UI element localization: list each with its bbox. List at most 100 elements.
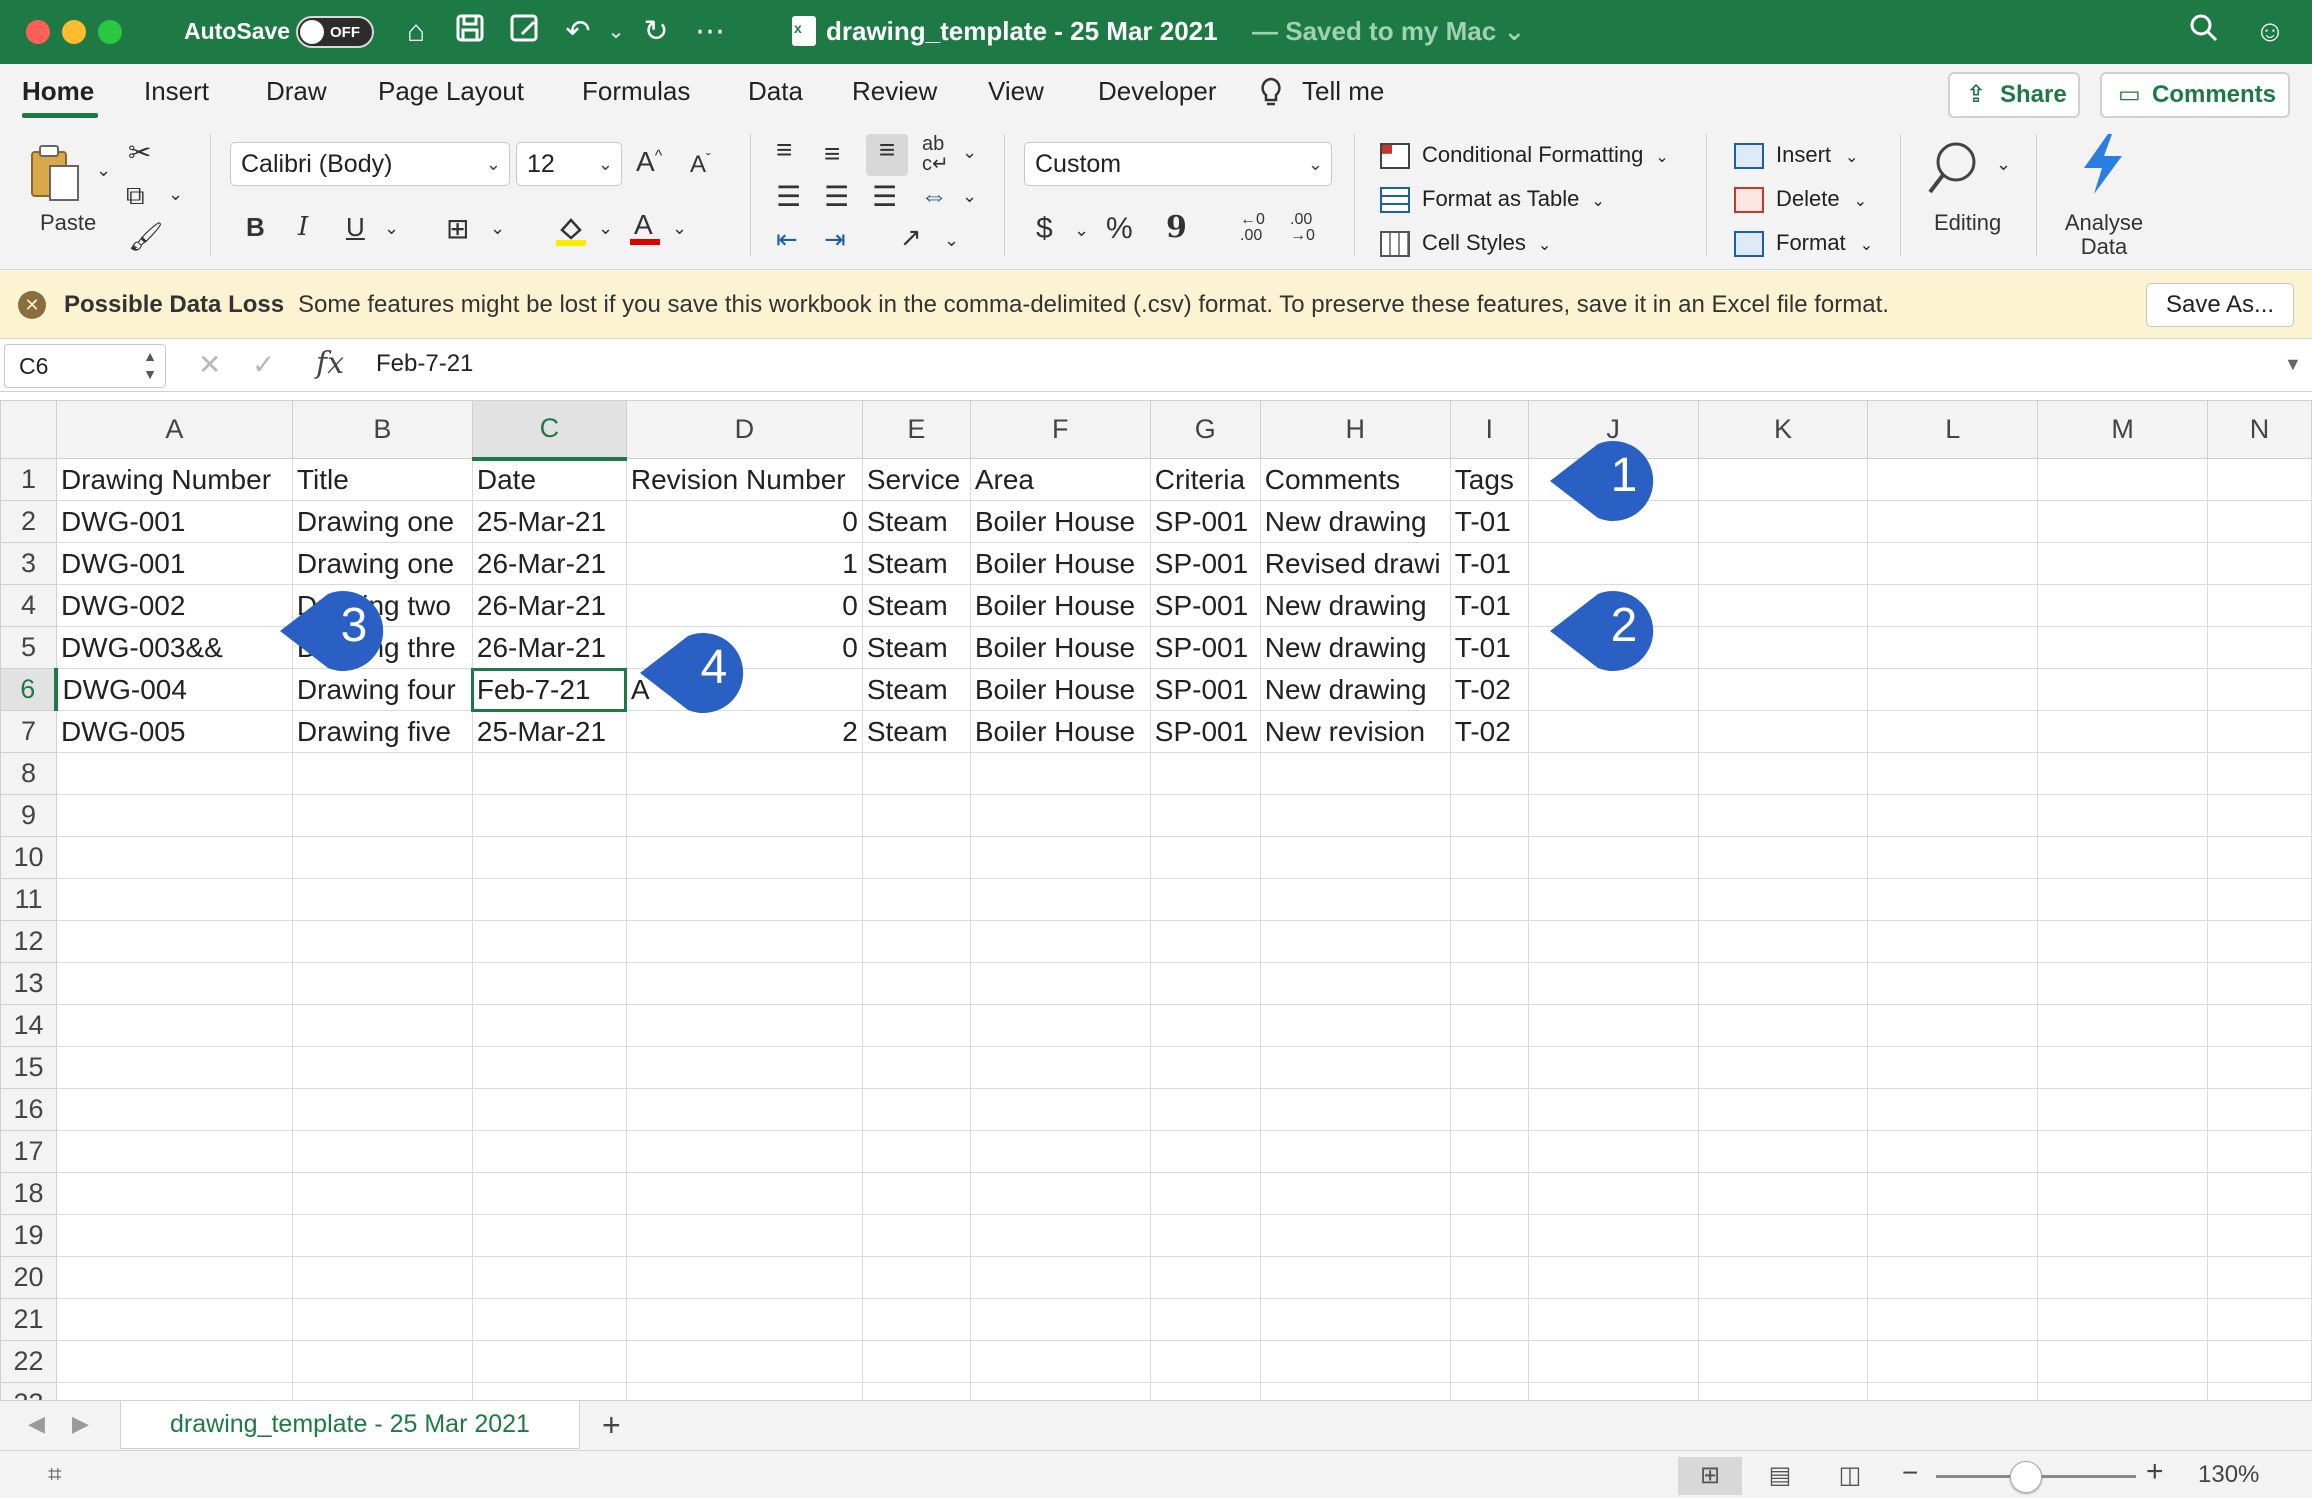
borders-icon[interactable]: ⊞	[446, 212, 469, 245]
column-header-k[interactable]: K	[1697, 400, 1869, 459]
undo-icon[interactable]: ↶	[558, 12, 598, 52]
bold-button[interactable]: B	[246, 212, 265, 243]
row-header[interactable]: 16	[0, 1088, 57, 1131]
number-format-dropdown[interactable]: Custom ⌄	[1024, 142, 1332, 186]
confirm-entry-icon[interactable]: ✓	[252, 348, 275, 381]
cell-h4[interactable]: New drawing	[1259, 584, 1451, 627]
cell-i1[interactable]: Tags	[1449, 458, 1529, 501]
cell-d10[interactable]	[625, 836, 863, 879]
tab-data[interactable]: Data	[748, 76, 803, 107]
cell-k19[interactable]	[1697, 1214, 1869, 1257]
cell-n15[interactable]	[2206, 1046, 2312, 1089]
cell-j19[interactable]	[1527, 1214, 1699, 1257]
cell-h22[interactable]	[1259, 1340, 1451, 1383]
cell-k4[interactable]	[1697, 584, 1869, 627]
cell-l10[interactable]	[1867, 836, 2039, 879]
insert-function-icon[interactable]: fx	[316, 346, 344, 381]
sheet-tab-drawing-template[interactable]: drawing_template - 25 Mar 2021	[120, 1401, 580, 1449]
cell-i2[interactable]: T-01	[1449, 500, 1529, 543]
column-header-d[interactable]: D	[625, 400, 863, 459]
column-header-e[interactable]: E	[861, 400, 971, 459]
delete-cells-button[interactable]: Delete ⌄	[1734, 186, 1867, 214]
cell-f5[interactable]: Boiler House	[969, 626, 1151, 669]
cell-k9[interactable]	[1697, 794, 1869, 837]
cell-m9[interactable]	[2037, 794, 2208, 837]
column-header-h[interactable]: H	[1259, 400, 1451, 459]
cell-g8[interactable]	[1149, 752, 1261, 795]
cell-j10[interactable]	[1527, 836, 1699, 879]
cell-e14[interactable]	[861, 1004, 971, 1047]
cell-h11[interactable]	[1259, 878, 1451, 921]
redo-icon[interactable]: ↻	[636, 12, 676, 52]
tab-page-layout[interactable]: Page Layout	[378, 76, 524, 107]
column-header-i[interactable]: I	[1449, 400, 1529, 459]
cut-icon[interactable]: ✂	[128, 136, 151, 169]
cell-c10[interactable]	[471, 836, 627, 879]
insert-cells-button[interactable]: Insert ⌄	[1734, 142, 1858, 170]
cell-j20[interactable]	[1527, 1256, 1699, 1299]
cell-d16[interactable]	[625, 1088, 863, 1131]
cell-f1[interactable]: Area	[969, 458, 1151, 501]
cell-k14[interactable]	[1697, 1004, 1869, 1047]
cell-m17[interactable]	[2037, 1130, 2208, 1173]
cell-l22[interactable]	[1867, 1340, 2039, 1383]
cell-f14[interactable]	[969, 1004, 1151, 1047]
row-header[interactable]: 13	[0, 962, 57, 1005]
cell-l21[interactable]	[1867, 1298, 2039, 1341]
cell-i13[interactable]	[1449, 962, 1529, 1005]
cell-j13[interactable]	[1527, 962, 1699, 1005]
search-icon[interactable]	[2184, 12, 2224, 52]
cell-c3[interactable]: 26-Mar-21	[471, 542, 627, 585]
cell-a4[interactable]: DWG-002	[55, 584, 293, 627]
row-header[interactable]: 14	[0, 1004, 57, 1047]
cell-d11[interactable]	[625, 878, 863, 921]
cell-c7[interactable]: 25-Mar-21	[471, 710, 627, 753]
cell-n11[interactable]	[2206, 878, 2312, 921]
cell-f2[interactable]: Boiler House	[969, 500, 1151, 543]
cell-e12[interactable]	[861, 920, 971, 963]
cell-g14[interactable]	[1149, 1004, 1261, 1047]
copy-icon[interactable]: ⧉	[126, 180, 145, 212]
cell-k1[interactable]	[1697, 458, 1869, 501]
cell-a17[interactable]	[55, 1130, 293, 1173]
cell-e3[interactable]: Steam	[861, 542, 971, 585]
cell-a8[interactable]	[55, 752, 293, 795]
cell-k23[interactable]	[1697, 1382, 1869, 1400]
cell-m7[interactable]	[2037, 710, 2208, 753]
cell-g12[interactable]	[1149, 920, 1261, 963]
cell-g11[interactable]	[1149, 878, 1261, 921]
increase-decimal-icon[interactable]: ←0.00	[1240, 212, 1265, 244]
row-header[interactable]: 9	[0, 794, 57, 837]
cell-g19[interactable]	[1149, 1214, 1261, 1257]
cell-f8[interactable]	[969, 752, 1151, 795]
zoom-level[interactable]: 130%	[2198, 1461, 2259, 1489]
cell-h1[interactable]: Comments	[1259, 458, 1451, 501]
cell-c15[interactable]	[471, 1046, 627, 1089]
cell-e17[interactable]	[861, 1130, 971, 1173]
cell-k3[interactable]	[1697, 542, 1869, 585]
cell-d21[interactable]	[625, 1298, 863, 1341]
cell-c2[interactable]: 25-Mar-21	[471, 500, 627, 543]
cell-k12[interactable]	[1697, 920, 1869, 963]
cell-l2[interactable]	[1867, 500, 2039, 543]
cell-g20[interactable]	[1149, 1256, 1261, 1299]
cell-i17[interactable]	[1449, 1130, 1529, 1173]
minimize-window-button[interactable]	[62, 20, 86, 44]
cell-f3[interactable]: Boiler House	[969, 542, 1151, 585]
cell-d12[interactable]	[625, 920, 863, 963]
cell-b8[interactable]	[291, 752, 473, 795]
cell-j15[interactable]	[1527, 1046, 1699, 1089]
cell-d3[interactable]: 1	[625, 542, 863, 585]
cell-b10[interactable]	[291, 836, 473, 879]
cell-b20[interactable]	[291, 1256, 473, 1299]
cell-m2[interactable]	[2037, 500, 2208, 543]
cell-d18[interactable]	[625, 1172, 863, 1215]
zoom-slider-handle[interactable]	[2010, 1461, 2042, 1493]
comma-style-button[interactable]: 9	[1166, 210, 1187, 245]
cell-i23[interactable]	[1449, 1382, 1529, 1400]
cell-l12[interactable]	[1867, 920, 2039, 963]
cell-b3[interactable]: Drawing one	[291, 542, 473, 585]
column-header-m[interactable]: M	[2037, 400, 2208, 459]
fill-color-icon[interactable]	[554, 212, 588, 251]
cell-n19[interactable]	[2206, 1214, 2312, 1257]
